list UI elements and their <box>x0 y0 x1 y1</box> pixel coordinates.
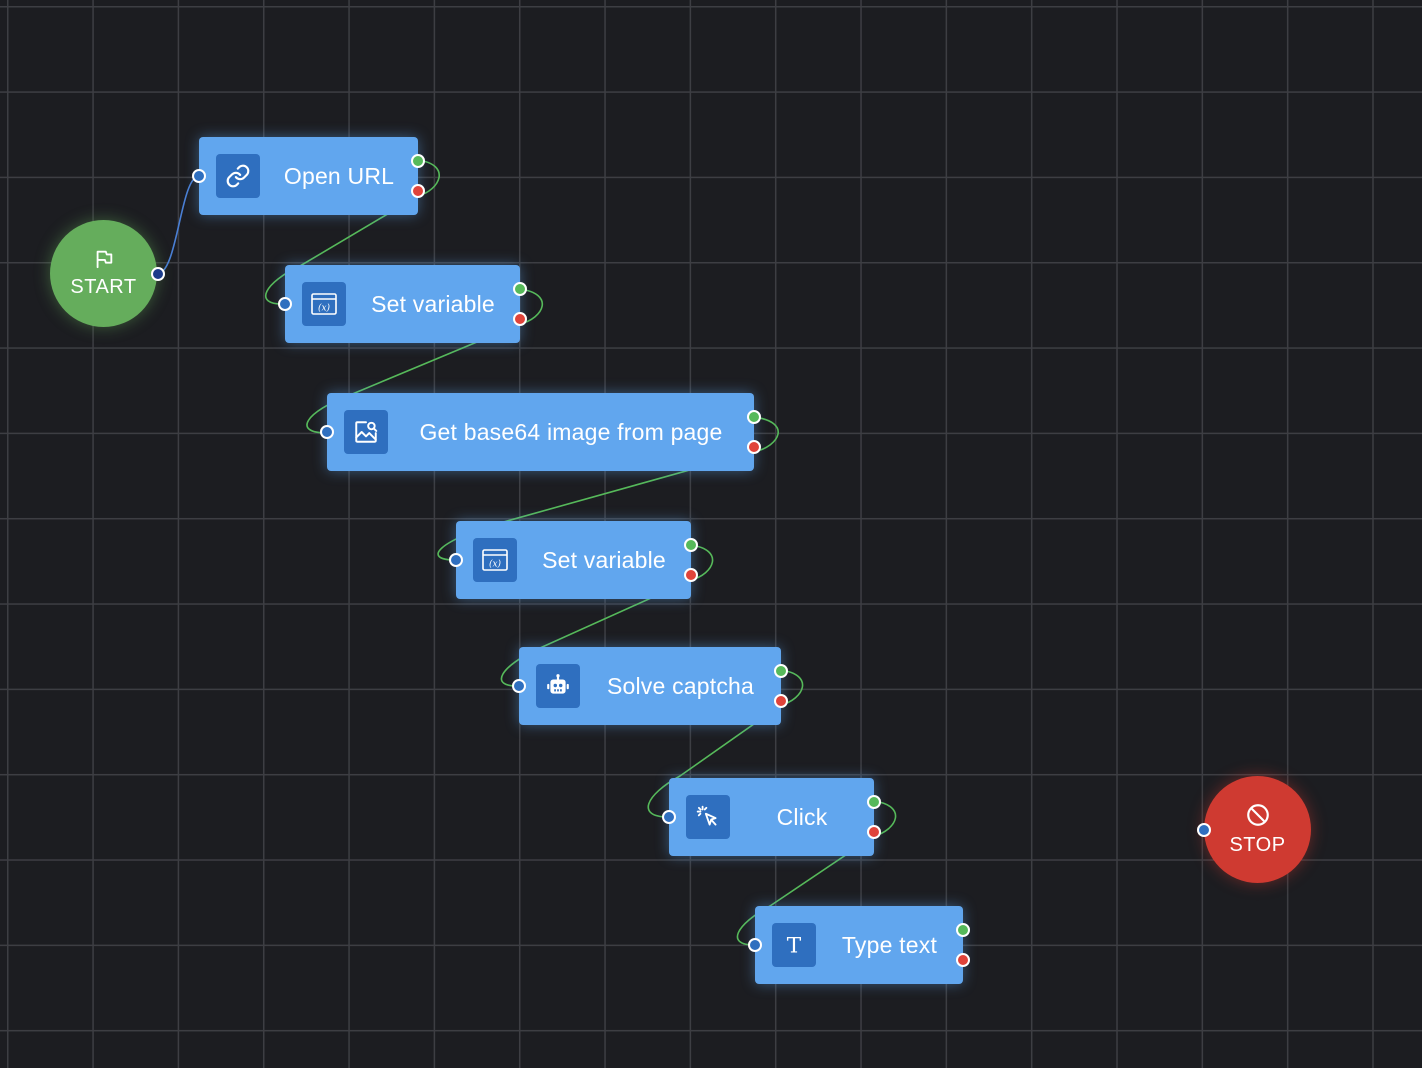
image-search-icon <box>355 421 378 443</box>
node-open-url[interactable]: Open URL <box>192 137 425 215</box>
input-port[interactable] <box>662 810 676 824</box>
node-label: Click <box>776 803 828 830</box>
node-solve-captcha[interactable]: Solve captcha <box>512 647 788 725</box>
stop-label: STOP <box>1229 834 1286 856</box>
input-port[interactable] <box>192 169 206 183</box>
success-port[interactable] <box>513 282 527 296</box>
node-type-text[interactable]: T Type text <box>748 906 970 984</box>
node-get-base64-image[interactable]: Get base64 image from page <box>320 393 761 471</box>
text-t-icon-box: T <box>772 923 816 967</box>
success-port[interactable] <box>774 664 788 678</box>
stop-input-port[interactable] <box>1197 823 1211 837</box>
node-set-variable-2[interactable]: (x) Set variable <box>449 521 698 599</box>
error-port[interactable] <box>774 694 788 708</box>
cursor-click-icon-box <box>686 795 730 839</box>
start-node[interactable]: START <box>50 220 165 327</box>
variable-icon-box: (x) <box>473 538 517 582</box>
text-t-icon: T <box>787 934 802 958</box>
input-port[interactable] <box>748 938 762 952</box>
error-port[interactable] <box>867 825 881 839</box>
workflow-canvas[interactable]: START Open URL (x) Set variable Get base… <box>0 0 1422 1068</box>
robot-icon-box <box>536 664 580 708</box>
node-set-variable-1[interactable]: (x) Set variable <box>278 265 527 343</box>
error-port[interactable] <box>411 184 425 198</box>
input-port[interactable] <box>449 553 463 567</box>
node-click[interactable]: Click <box>662 778 881 856</box>
start-output-port[interactable] <box>151 267 165 281</box>
start-label: START <box>70 276 137 298</box>
node-label: Open URL <box>283 162 395 189</box>
error-port[interactable] <box>684 568 698 582</box>
node-label: Set variable <box>542 546 666 573</box>
success-port[interactable] <box>956 923 970 937</box>
edge-start-open-url <box>156 175 200 275</box>
svg-text:T: T <box>787 934 802 958</box>
input-port[interactable] <box>278 297 292 311</box>
svg-text:(x): (x) <box>318 303 331 314</box>
success-port[interactable] <box>684 538 698 552</box>
flag-icon <box>96 250 112 269</box>
cursor-click-icon <box>696 805 717 826</box>
node-label: Set variable <box>371 290 495 317</box>
error-port[interactable] <box>747 440 761 454</box>
success-port[interactable] <box>867 795 881 809</box>
robot-icon <box>547 674 569 694</box>
node-label: Solve captcha <box>606 672 755 699</box>
node-label: Type text <box>841 931 938 958</box>
variable-icon: (x) <box>482 549 508 571</box>
input-port[interactable] <box>512 679 526 693</box>
error-port[interactable] <box>513 312 527 326</box>
node-label: Get base64 image from page <box>419 418 723 445</box>
success-port[interactable] <box>747 410 761 424</box>
ban-icon <box>1246 804 1269 826</box>
input-port[interactable] <box>320 425 334 439</box>
variable-icon: (x) <box>311 293 337 315</box>
link-icon <box>226 164 250 188</box>
error-port[interactable] <box>956 953 970 967</box>
variable-icon-box: (x) <box>302 282 346 326</box>
link-icon-box <box>216 154 260 198</box>
stop-node[interactable]: STOP <box>1197 776 1311 883</box>
svg-text:(x): (x) <box>489 559 502 570</box>
success-port[interactable] <box>411 154 425 168</box>
image-search-icon-box <box>344 410 388 454</box>
